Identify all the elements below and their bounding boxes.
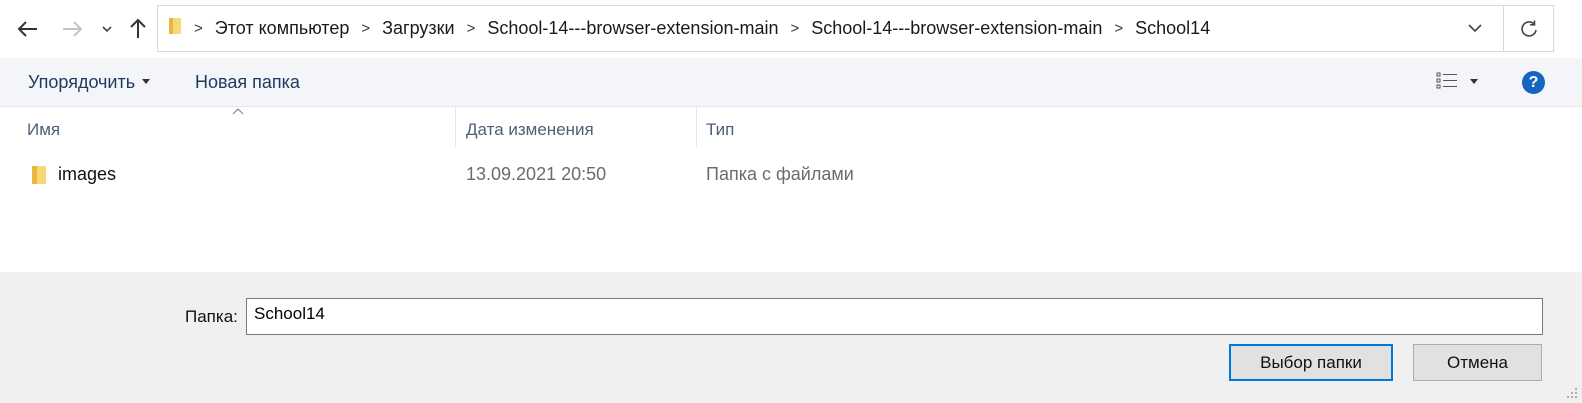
sort-ascending-chevron-up-icon xyxy=(232,108,244,115)
forward-arrow-icon[interactable] xyxy=(58,14,86,44)
command-toolbar: Упорядочить Новая папка xyxy=(0,58,1582,107)
breadcrumb-current-folder[interactable]: School14 xyxy=(1135,18,1210,39)
column-header-type[interactable]: Тип xyxy=(706,120,734,140)
column-divider[interactable] xyxy=(696,107,697,147)
breadcrumb-separator[interactable]: > xyxy=(361,20,370,37)
breadcrumb-extension-main[interactable]: School-14---browser-extension-main xyxy=(487,18,778,39)
address-bar[interactable]: > Этот компьютер > Загрузки > School-14-… xyxy=(157,5,1554,52)
dialog-footer xyxy=(0,272,1582,403)
refresh-icon[interactable] xyxy=(1503,6,1553,51)
new-folder-button[interactable]: Новая папка xyxy=(195,72,300,93)
recent-locations-chevron-down-icon[interactable] xyxy=(94,14,120,44)
folder-icon xyxy=(168,16,182,41)
details-view-icon[interactable] xyxy=(1436,71,1458,96)
breadcrumb-separator[interactable]: > xyxy=(194,20,203,37)
caret-down-icon xyxy=(142,78,151,84)
cancel-button[interactable]: Отмена xyxy=(1413,344,1542,381)
navigation-bar: > Этот компьютер > Загрузки > School-14-… xyxy=(0,0,1582,58)
breadcrumb-downloads[interactable]: Загрузки xyxy=(382,18,454,39)
item-date: 13.09.2021 20:50 xyxy=(466,164,607,184)
column-header-date[interactable]: Дата изменения xyxy=(466,120,594,140)
folder-icon xyxy=(31,164,47,191)
organize-label: Упорядочить xyxy=(28,72,136,92)
column-divider[interactable] xyxy=(455,107,456,147)
breadcrumb-separator[interactable]: > xyxy=(467,20,476,37)
organize-menu-button[interactable]: Упорядочить xyxy=(28,72,151,93)
help-icon[interactable]: ? xyxy=(1522,71,1545,94)
back-arrow-icon[interactable] xyxy=(14,14,42,44)
column-header-name[interactable]: Имя xyxy=(27,120,60,140)
breadcrumb-this-pc[interactable]: Этот компьютер xyxy=(215,18,350,39)
item-name: images xyxy=(58,164,117,184)
file-list: Имя Дата изменения Тип images 13.09.2021… xyxy=(0,107,1582,272)
view-options-caret-down-icon[interactable] xyxy=(1470,79,1478,84)
breadcrumb-separator[interactable]: > xyxy=(1114,20,1123,37)
folder-name-input[interactable] xyxy=(246,298,1543,335)
breadcrumb-separator[interactable]: > xyxy=(790,20,799,37)
item-type: Папка с файлами xyxy=(706,164,854,184)
list-item[interactable]: images 13.09.2021 20:50 Папка с файлами xyxy=(0,152,1582,196)
address-history-chevron-down-icon[interactable] xyxy=(1455,6,1495,51)
select-folder-button[interactable]: Выбор папки xyxy=(1229,344,1393,381)
up-arrow-icon[interactable] xyxy=(124,14,152,44)
folder-field-label: Папка: xyxy=(185,307,238,326)
breadcrumb-extension-main-inner[interactable]: School-14---browser-extension-main xyxy=(811,18,1102,39)
resize-grip-icon[interactable] xyxy=(1564,385,1578,399)
